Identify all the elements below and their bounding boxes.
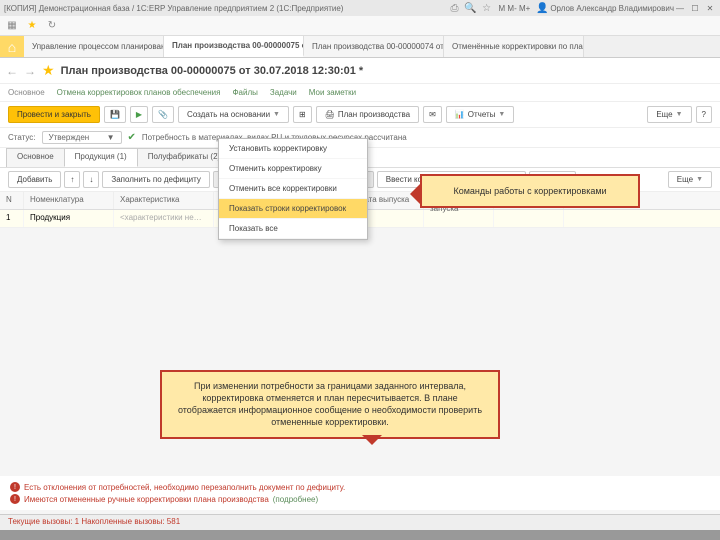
correction-dropdown: Установить корректировку Отменить коррек… xyxy=(218,138,368,240)
tab-products[interactable]: Продукция (1) xyxy=(64,148,138,167)
check-icon: ✔ xyxy=(128,132,136,143)
favorite-icon[interactable]: ★ xyxy=(42,62,55,79)
warn-icon: ! xyxy=(10,482,20,492)
fill-deficit-button[interactable]: Заполнить по дефициту xyxy=(102,171,209,188)
mi-set-correction[interactable]: Установить корректировку xyxy=(219,139,367,159)
history-icon[interactable]: ↻ xyxy=(44,18,60,34)
mi-show-all[interactable]: Показать все xyxy=(219,219,367,239)
star-icon[interactable]: ★ xyxy=(24,18,40,34)
status-footer: Текущие вызовы: 1 Накопленные вызовы: 58… xyxy=(0,514,720,530)
tab-main[interactable]: Основное xyxy=(6,148,65,167)
attach-button[interactable]: 📎 xyxy=(152,106,174,123)
mi-show-correction-rows[interactable]: Показать строки корректировок xyxy=(219,199,367,219)
page-title: План производства 00-00000075 от 30.07.2… xyxy=(61,65,364,77)
home-tab[interactable]: ⌂ xyxy=(0,36,24,57)
user-icon: 👤 xyxy=(534,0,550,16)
window-title: [КОПИЯ] Демонстрационная база / 1C:ERP У… xyxy=(4,4,447,13)
forward-icon[interactable]: → xyxy=(24,64,36,78)
grid-icon[interactable]: ▦ xyxy=(4,18,20,34)
warn-2: Имеются отмененные ручные корректировки … xyxy=(24,495,269,504)
more-button[interactable]: Еще▼ xyxy=(647,106,691,123)
search-icon[interactable]: 🔍 xyxy=(463,0,479,16)
reports-button[interactable]: 📊 Отчеты▼ xyxy=(446,106,515,123)
grid-more-button[interactable]: Еще▼ xyxy=(668,171,712,188)
taskbar xyxy=(0,530,720,540)
details-link[interactable]: (подробнее) xyxy=(273,495,318,504)
down-button[interactable]: ↓ xyxy=(83,171,99,188)
tab-plan-75[interactable]: План производства 00-00000075 от 30.07.2… xyxy=(164,36,304,57)
minimize-icon[interactable]: — xyxy=(674,2,686,14)
plan-prod-button[interactable]: 🖨 План производства xyxy=(316,106,419,123)
bell-icon[interactable]: ☆ xyxy=(479,0,495,16)
maximize-icon[interactable]: ☐ xyxy=(689,2,701,14)
link-notes[interactable]: Мои заметки xyxy=(309,88,356,97)
up-button[interactable]: ↑ xyxy=(64,171,80,188)
status-select[interactable]: Утвержден▼ xyxy=(42,131,122,144)
tab-cancelled[interactable]: Отменённые корректировки по плану: Пла…✕ xyxy=(444,36,584,57)
back-icon[interactable]: ← xyxy=(6,64,18,78)
close-icon[interactable]: ✕ xyxy=(704,2,716,14)
post-button[interactable]: ▶ xyxy=(130,106,148,123)
create-base-button[interactable]: Создать на основании▼ xyxy=(178,106,289,123)
user-name: Орлов Александр Владимирович xyxy=(550,4,674,13)
tab-plan-74[interactable]: План производства 00-00000074 от 24.07.2… xyxy=(304,36,444,57)
mi-cancel-all[interactable]: Отменить все корректировки xyxy=(219,179,367,199)
link-tasks[interactable]: Задачи xyxy=(270,88,297,97)
print-icon[interactable]: ⎙ xyxy=(447,0,463,16)
mail-button[interactable]: ✉ xyxy=(423,106,442,123)
mi-cancel-correction[interactable]: Отменить корректировку xyxy=(219,159,367,179)
warn-1: Есть отклонения от потребностей, необход… xyxy=(24,483,345,492)
col-nom: Номенклатура xyxy=(24,192,114,209)
commit-close-button[interactable]: Провести и закрыть xyxy=(8,106,100,123)
col-char: Характеристика xyxy=(114,192,214,209)
link-cancel-corr[interactable]: Отмена корректировок планов обеспечения xyxy=(57,88,221,97)
warn-icon: ! xyxy=(10,494,20,504)
tab-planning[interactable]: Управление процессом планирования✕ xyxy=(24,36,164,57)
annotation-1: Команды работы с корректировками xyxy=(420,174,640,208)
annotation-2: При изменении потребности за границами з… xyxy=(160,370,500,439)
save-button[interactable]: 💾 xyxy=(104,106,126,123)
add-button[interactable]: Добавить xyxy=(8,171,61,188)
status-label: Статус: xyxy=(8,133,36,142)
tab-semi[interactable]: Полуфабрикаты (2) xyxy=(137,148,232,167)
structure-button[interactable]: ⊞ xyxy=(293,106,312,123)
link-main[interactable]: Основное xyxy=(8,88,45,97)
col-n: N xyxy=(0,192,24,209)
link-files[interactable]: Файлы xyxy=(232,88,257,97)
help-button[interactable]: ? xyxy=(696,106,712,123)
